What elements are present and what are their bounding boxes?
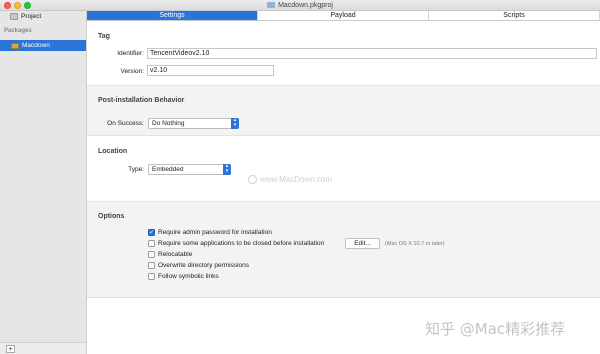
popup-value: Do Nothing: [152, 120, 185, 127]
on-success-popup[interactable]: Do Nothing ▴ ▾: [148, 118, 239, 129]
package-icon: [11, 42, 19, 49]
section-title: Post-installation Behavior: [98, 97, 185, 104]
title-bar: Macdown.pkgproj: [0, 0, 600, 11]
checkbox-icon[interactable]: [148, 240, 155, 247]
section-title: Location: [98, 148, 128, 155]
sidebar-item-macdown[interactable]: Macdown: [0, 40, 86, 51]
options-section: Options ✓ Require admin password for ins…: [87, 201, 600, 298]
option-label: Require admin password for installation: [158, 229, 272, 236]
packages-header: Packages: [4, 28, 32, 34]
tab-settings[interactable]: Settings: [87, 11, 258, 20]
sidebar-item-label: Macdown: [22, 42, 50, 49]
checkbox-icon[interactable]: [148, 262, 155, 269]
settings-panel: Tag Identifier: TencentVideov2.10 Versio…: [87, 21, 600, 354]
watermark-logo-icon: [248, 175, 257, 184]
chevron-updown-icon: ▴ ▾: [231, 118, 239, 129]
edit-note: (Mac OS X 10.7 or later): [385, 241, 445, 247]
chevron-updown-icon: ▴ ▾: [223, 164, 231, 175]
checkbox-checked-icon[interactable]: ✓: [148, 229, 155, 236]
option-label: Relocatable: [158, 251, 193, 258]
tab-payload[interactable]: Payload: [258, 11, 429, 20]
version-field[interactable]: v2.10: [147, 65, 274, 76]
site-watermark: www.MacDown.com: [248, 175, 332, 184]
identifier-field[interactable]: TencentVideov2.10: [147, 48, 597, 59]
brand-watermark: 知乎 @Mac精彩推荐: [425, 320, 566, 338]
post-install-section: Post-installation Behavior On Success: D…: [87, 85, 600, 136]
checkbox-icon[interactable]: [148, 273, 155, 280]
option-label: Follow symbolic links: [158, 273, 219, 280]
sidebar-item-project[interactable]: Project: [10, 13, 41, 20]
option-label: Require some applications to be closed b…: [158, 240, 325, 247]
type-label: Type:: [128, 166, 144, 173]
section-title: Options: [98, 213, 125, 220]
on-success-label: On Success:: [107, 120, 144, 127]
section-title: Tag: [98, 33, 110, 40]
checkbox-icon[interactable]: [148, 251, 155, 258]
option-relocatable[interactable]: Relocatable: [148, 251, 192, 258]
watermark-text: www.MacDown.com: [260, 175, 333, 184]
location-type-popup[interactable]: Embedded ▴ ▾: [148, 164, 231, 175]
option-follow-symlinks[interactable]: Follow symbolic links: [148, 273, 219, 280]
sidebar-footer: +: [0, 342, 86, 354]
tab-scripts[interactable]: Scripts: [429, 11, 600, 20]
option-overwrite-permissions[interactable]: Overwrite directory permissions: [148, 262, 249, 269]
option-require-close-apps[interactable]: Require some applications to be closed b…: [148, 240, 324, 247]
project-icon: [10, 13, 18, 20]
tag-section: Tag Identifier: TencentVideov2.10 Versio…: [87, 21, 600, 85]
tab-bar: Settings Payload Scripts: [87, 11, 600, 21]
edit-button[interactable]: Edit...: [345, 238, 380, 249]
location-section: Location Type: Embedded ▴ ▾: [87, 136, 600, 201]
popup-value: Embedded: [152, 166, 184, 173]
option-require-admin[interactable]: ✓ Require admin password for installatio…: [148, 229, 272, 236]
add-package-button[interactable]: +: [6, 345, 15, 353]
sidebar: Project Packages Macdown +: [0, 11, 87, 354]
sidebar-item-label: Project: [21, 13, 42, 20]
window-title: Macdown.pkgproj: [278, 1, 333, 9]
version-label: Version:: [120, 68, 145, 75]
window-title-area: Macdown.pkgproj: [0, 2, 600, 11]
identifier-label: Identifier:: [117, 50, 144, 57]
option-label: Overwrite directory permissions: [158, 262, 250, 269]
document-icon: [267, 2, 276, 8]
